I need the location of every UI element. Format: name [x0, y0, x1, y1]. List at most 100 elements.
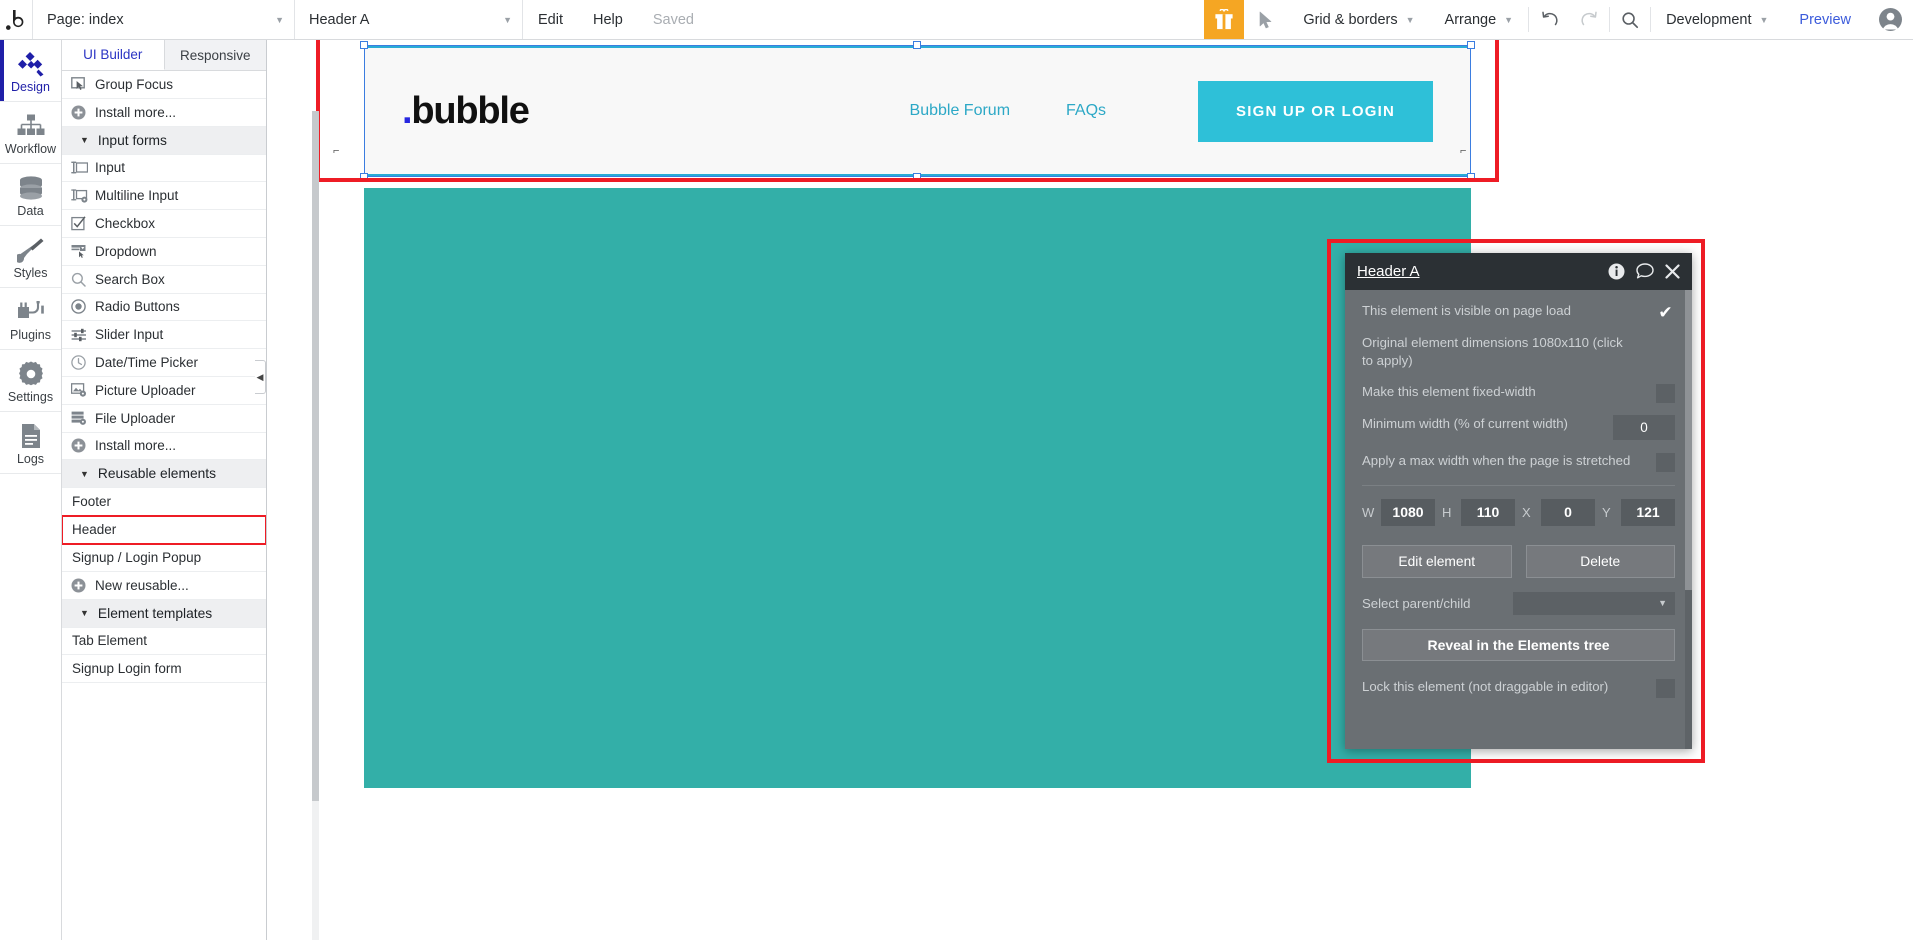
palette-item-radio-buttons[interactable]: Radio Buttons [62, 294, 266, 322]
property-editor-header-icons [1608, 263, 1680, 280]
reusable-item-footer[interactable]: Footer [62, 488, 266, 517]
lock-element-row: Lock this element (not draggable in edit… [1362, 661, 1675, 698]
bubble-logo-icon[interactable] [0, 0, 33, 39]
page-selector-label: Page: index [47, 11, 124, 28]
resize-handle-tl[interactable] [360, 41, 368, 49]
property-editor-title[interactable]: Header A [1357, 263, 1420, 280]
search-icon[interactable] [1610, 0, 1650, 39]
arrange-menu[interactable]: Arrange ▼ [1430, 0, 1529, 39]
sidebar-item-workflow-label: Workflow [4, 142, 57, 156]
sidebar-item-logs[interactable]: Logs [0, 412, 61, 474]
element-selector[interactable]: Header A ▼ [295, 0, 523, 39]
undo-icon[interactable] [1529, 0, 1569, 39]
page-body-area[interactable] [364, 188, 1471, 788]
height-label: H [1442, 504, 1452, 520]
sidebar-item-plugins[interactable]: Plugins [0, 288, 61, 350]
property-editor-header: Header A [1345, 253, 1692, 290]
palette-item-checkbox[interactable]: Checkbox [62, 210, 266, 238]
panel-scrollbar-thumb[interactable] [312, 111, 319, 801]
x-input[interactable]: 0 [1541, 498, 1595, 526]
palette-item-new-reusable[interactable]: New reusable... [62, 572, 266, 600]
delete-button[interactable]: Delete [1525, 544, 1675, 578]
resize-handle-tc[interactable] [913, 41, 921, 49]
width-input[interactable]: 1080 [1381, 498, 1435, 526]
reveal-in-elements-tree-button[interactable]: Reveal in the Elements tree [1362, 628, 1675, 661]
reusable-item-header[interactable]: Header [62, 515, 266, 545]
group-focus-icon [71, 77, 95, 91]
y-input[interactable]: 121 [1621, 498, 1675, 526]
header-reusable-preview[interactable]: .bubble Bubble Forum FAQs SIGN UP OR LOG… [364, 45, 1471, 177]
palette-item-group-focus[interactable]: Group Focus [62, 71, 266, 99]
sidebar-item-design[interactable]: Design [0, 40, 61, 102]
design-canvas[interactable]: .bubble Bubble Forum FAQs SIGN UP OR LOG… [267, 40, 1913, 940]
palette-item-install-more-1[interactable]: Install more... [62, 99, 266, 127]
sidebar-item-styles[interactable]: Styles [0, 226, 61, 288]
palette-item-label: Checkbox [95, 216, 156, 232]
avatar[interactable] [1867, 0, 1913, 39]
page-selector[interactable]: Page: index ▼ [33, 0, 295, 39]
edit-menu[interactable]: Edit [523, 0, 578, 39]
resize-handle-bl[interactable] [360, 173, 368, 181]
resize-handle-br[interactable] [1467, 173, 1475, 181]
palette-item-date-time-picker[interactable]: Date/Time Picker [62, 349, 266, 377]
redo-icon[interactable] [1569, 0, 1609, 39]
palette-item-dropdown[interactable]: Dropdown [62, 238, 266, 266]
visible-on-load-checkbox[interactable]: ✔ [1656, 303, 1675, 322]
gift-icon[interactable] [1204, 0, 1245, 39]
template-item-signup-login-form[interactable]: Signup Login form [62, 655, 266, 684]
height-input[interactable]: 110 [1461, 498, 1515, 526]
property-editor-highlight-box: Header A This element is visible on page… [1327, 239, 1705, 763]
sidebar-item-settings[interactable]: Settings [0, 350, 61, 412]
version-selector[interactable]: Development ▼ [1651, 0, 1783, 39]
panel-collapse-toggle[interactable]: ◀ [255, 360, 266, 394]
edit-element-button[interactable]: Edit element [1362, 544, 1512, 578]
nav-link-faqs[interactable]: FAQs [1066, 102, 1106, 120]
sidebar-item-plugins-label: Plugins [10, 328, 51, 342]
logo-text: bubble [411, 89, 530, 132]
palette-item-multiline-input[interactable]: Multiline Input [62, 182, 266, 211]
tab-ui-builder[interactable]: UI Builder [62, 40, 165, 70]
data-icon [18, 175, 44, 201]
property-editor-scrollbar[interactable] [1685, 290, 1692, 749]
palette-group-reusable-elements[interactable]: ▼ Reusable elements [62, 460, 266, 489]
resize-handle-tr[interactable] [1467, 41, 1475, 49]
fixed-width-checkbox[interactable] [1656, 383, 1675, 403]
max-width-checkbox[interactable] [1656, 452, 1675, 472]
help-menu[interactable]: Help [578, 0, 638, 39]
property-editor: Header A This element is visible on page… [1345, 253, 1692, 749]
picture-uploader-icon [71, 383, 95, 398]
tab-responsive[interactable]: Responsive [164, 40, 266, 70]
close-icon[interactable] [1665, 264, 1680, 279]
lock-element-checkbox[interactable] [1656, 678, 1675, 698]
panel-scrollbar[interactable] [312, 111, 319, 940]
template-item-tab-element[interactable]: Tab Element [62, 628, 266, 656]
resize-handle-bc[interactable] [913, 173, 921, 181]
minimum-width-input[interactable]: 0 [1613, 414, 1675, 440]
info-icon[interactable] [1608, 263, 1625, 280]
cursor-tool-icon[interactable] [1244, 0, 1288, 39]
original-dimensions-row: Original element dimensions 1080x110 (cl… [1362, 322, 1675, 371]
original-dimensions-link[interactable]: Original element dimensions 1080x110 (cl… [1362, 334, 1632, 371]
palette-item-input[interactable]: Input [62, 155, 266, 183]
palette-item-search-box[interactable]: Search Box [62, 266, 266, 294]
palette-item-slider-input[interactable]: Slider Input [62, 321, 266, 350]
lock-element-label: Lock this element (not draggable in edit… [1362, 678, 1609, 694]
palette-group-element-templates[interactable]: ▼ Element templates [62, 599, 266, 628]
chevron-down-icon: ▼ [503, 14, 512, 25]
palette-group-input-forms[interactable]: ▼ Input forms [62, 126, 266, 155]
comment-icon[interactable] [1636, 263, 1654, 280]
palette-item-install-more-2[interactable]: Install more... [62, 433, 266, 461]
grid-borders-menu[interactable]: Grid & borders ▼ [1288, 0, 1429, 39]
sidebar-item-workflow[interactable]: Workflow [0, 102, 61, 164]
preview-button[interactable]: Preview [1783, 0, 1867, 39]
palette-item-picture-uploader[interactable]: Picture Uploader [62, 377, 266, 405]
nav-link-bubble-forum[interactable]: Bubble Forum [910, 102, 1011, 120]
select-parent-child-dropdown[interactable]: ▼ [1513, 591, 1675, 615]
reusable-item-signup-login-popup[interactable]: Signup / Login Popup [62, 544, 266, 572]
signup-login-button[interactable]: SIGN UP OR LOGIN [1198, 80, 1433, 142]
chevron-down-icon: ▼ [80, 468, 89, 479]
sidebar-item-data[interactable]: Data [0, 164, 61, 226]
sidebar-item-data-label: Data [17, 204, 44, 218]
property-editor-scrollbar-thumb[interactable] [1685, 290, 1692, 590]
palette-item-file-uploader[interactable]: File Uploader [62, 405, 266, 433]
